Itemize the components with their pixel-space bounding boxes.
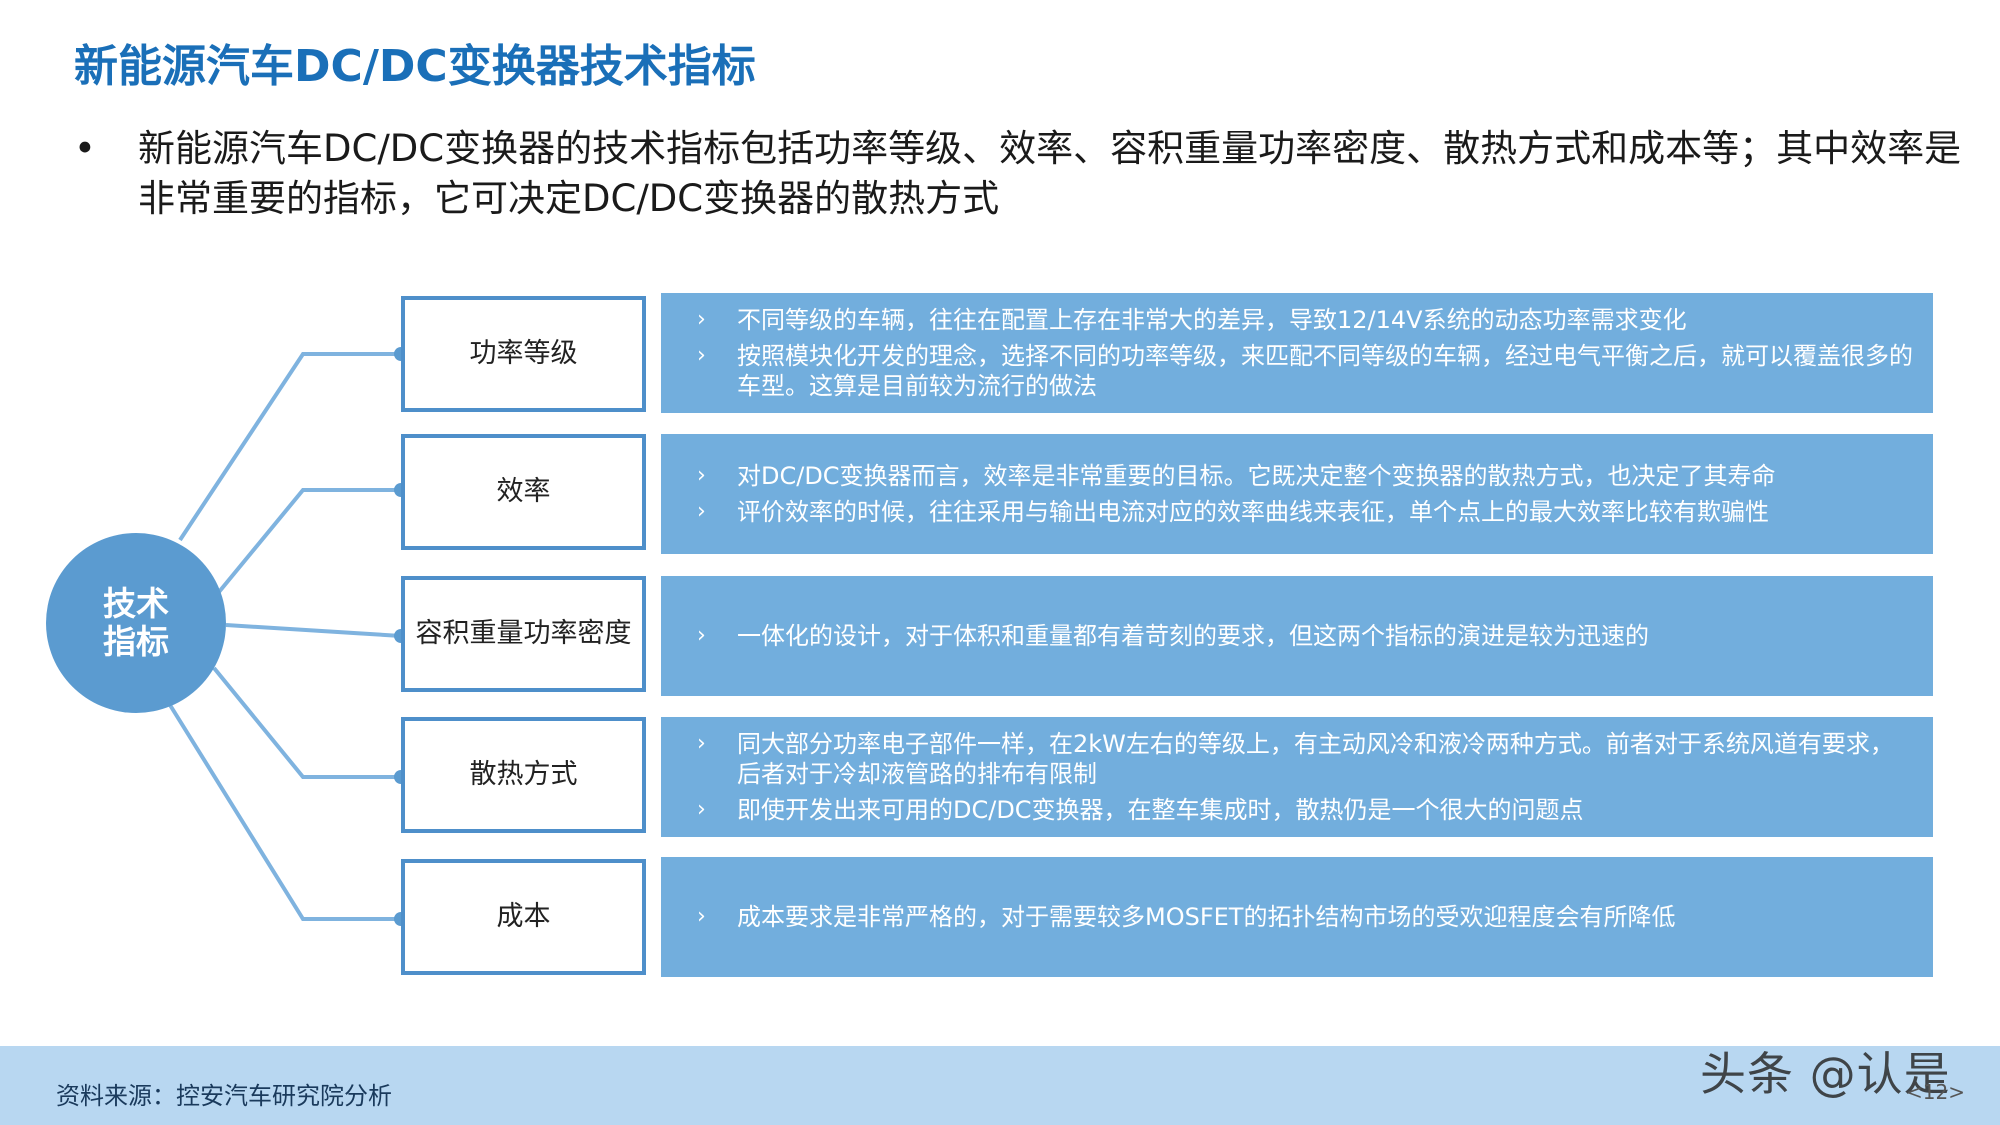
desc-box-power-level: › 不同等级的车辆，往往在配置上存在非常大的差异，导致12/14V系统的动态功率… <box>661 293 1933 413</box>
desc-bullet: › 即使开发出来可用的DC/DC变换器，在整车集成时，散热仍是一个很大的问题点 <box>697 796 1584 824</box>
arrow-icon: › <box>697 731 706 756</box>
page-number: <12> <box>1906 1080 1965 1104</box>
arrow-icon: › <box>697 499 706 524</box>
desc-box-power-density: › 一体化的设计，对于体积和重量都有着苛刻的要求，但这两个指标的演进是较为迅速的 <box>661 576 1933 696</box>
desc-bullet: › 不同等级的车辆，往往在配置上存在非常大的差异，导致12/14V系统的动态功率… <box>697 306 1687 334</box>
desc-bullet: › 按照模块化开发的理念，选择不同的功率等级，来匹配不同等级的车辆，经过电气平衡… <box>697 342 1913 400</box>
hub-label: 技术指标 <box>103 584 169 661</box>
desc-bullet: › 对DC/DC变换器而言，效率是非常重要的目标。它既决定整个变换器的散热方式，… <box>697 462 1776 490</box>
desc-box-cooling: › 同大部分功率电子部件一样，在2kW左右的等级上，有主动风冷和液冷两种方式。前… <box>661 717 1933 837</box>
arrow-icon: › <box>697 343 706 368</box>
metric-box-cost: 成本 <box>401 859 646 975</box>
arrow-icon: › <box>697 904 706 929</box>
desc-box-cost: › 成本要求是非常严格的，对于需要较多MOSFET的拓扑结构市场的受欢迎程度会有… <box>661 857 1933 977</box>
arrow-icon: › <box>697 623 706 648</box>
desc-box-efficiency: › 对DC/DC变换器而言，效率是非常重要的目标。它既决定整个变换器的散热方式，… <box>661 434 1933 554</box>
metric-label: 容积重量功率密度 <box>415 618 632 649</box>
metric-box-power-level: 功率等级 <box>401 296 646 412</box>
connector-row-2 <box>212 488 401 600</box>
connector-row-5 <box>168 703 401 921</box>
metric-label: 效率 <box>496 476 551 507</box>
desc-bullet: › 成本要求是非常严格的，对于需要较多MOSFET的拓扑结构市场的受欢迎程度会有… <box>697 903 1676 931</box>
metric-label: 散热方式 <box>469 759 578 790</box>
arrow-icon: › <box>697 307 706 332</box>
metric-label: 功率等级 <box>469 338 578 369</box>
desc-bullet: › 评价效率的时候，往往采用与输出电流对应的效率曲线来表征，单个点上的最大效率比… <box>697 498 1769 526</box>
connector-row-3 <box>225 623 402 638</box>
metric-box-efficiency: 效率 <box>401 434 646 550</box>
arrow-icon: › <box>697 463 706 488</box>
source-note: 资料来源：控安汽车研究院分析 <box>56 1082 392 1110</box>
connector-row-4 <box>212 666 401 779</box>
metric-box-cooling: 散热方式 <box>401 717 646 833</box>
connector-row-1 <box>178 352 401 542</box>
metric-label: 成本 <box>496 901 551 932</box>
metric-box-power-density: 容积重量功率密度 <box>401 576 646 692</box>
hub-circle: 技术指标 <box>46 533 226 713</box>
arrow-icon: › <box>697 797 706 822</box>
desc-bullet: › 一体化的设计，对于体积和重量都有着苛刻的要求，但这两个指标的演进是较为迅速的 <box>697 622 1649 650</box>
desc-bullet: › 同大部分功率电子部件一样，在2kW左右的等级上，有主动风冷和液冷两种方式。前… <box>697 730 1894 788</box>
